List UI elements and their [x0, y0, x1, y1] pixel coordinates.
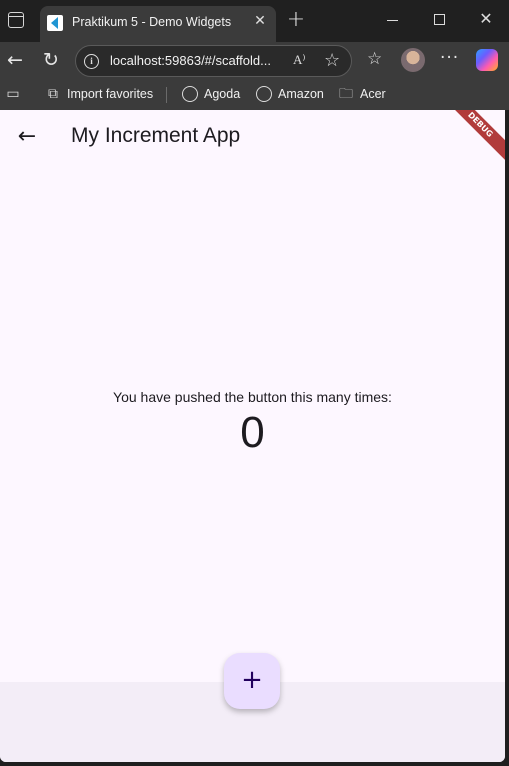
favorites-icon[interactable]: ☆: [367, 49, 382, 69]
read-aloud-icon[interactable]: A⁾: [293, 52, 306, 68]
add-favorite-icon[interactable]: ☆: [324, 50, 340, 72]
import-icon: ⧉: [48, 86, 58, 102]
bookmark-import-favorites[interactable]: Import favorites: [67, 87, 153, 101]
new-tab-button[interactable]: +: [285, 9, 307, 31]
address-bar[interactable]: i localhost:59863/#/scaffold... A⁾ ☆: [75, 45, 352, 77]
bookmark-acer[interactable]: Acer: [360, 87, 386, 101]
browser-toolbar: ← ↻ i localhost:59863/#/scaffold... A⁾ ☆: [0, 42, 509, 80]
tab-title: Praktikum 5 - Demo Widgets: [72, 15, 232, 29]
window-close-icon[interactable]: ✕: [478, 10, 494, 28]
bookmark-amazon[interactable]: Amazon: [278, 87, 324, 101]
globe-icon: [256, 86, 272, 102]
site-info-icon[interactable]: i: [84, 54, 99, 69]
tab-actions-icon[interactable]: [8, 12, 24, 28]
app-viewport: ← My Increment App DEBUG You have pushed…: [0, 110, 505, 762]
minimize-icon[interactable]: [387, 20, 398, 21]
counter-label: You have pushed the button this many tim…: [113, 389, 392, 405]
maximize-icon[interactable]: [434, 14, 445, 25]
browser-titlebar: Praktikum 5 - Demo Widgets ✕ + ✕: [0, 0, 509, 42]
page-title: My Increment App: [71, 124, 241, 147]
flutter-icon: [47, 15, 63, 31]
url-text[interactable]: localhost:59863/#/scaffold...: [110, 53, 271, 68]
increment-button[interactable]: +: [224, 653, 280, 709]
counter-value: 0: [240, 408, 265, 457]
globe-icon: [182, 86, 198, 102]
folder-icon: 🗀: [339, 86, 353, 102]
profile-avatar[interactable]: [401, 48, 425, 72]
tab-icon[interactable]: ▭: [5, 86, 21, 102]
bookmarks-bar: ▭ ⧉ Import favorites Agoda Amazon 🗀 Acer: [0, 80, 509, 110]
copilot-icon[interactable]: [476, 49, 498, 71]
more-icon[interactable]: ···: [440, 48, 459, 68]
tab-close-icon[interactable]: ✕: [251, 12, 269, 30]
bookmarks-divider: [166, 87, 167, 103]
bookmark-agoda[interactable]: Agoda: [204, 87, 240, 101]
reload-icon[interactable]: ↻: [40, 49, 62, 71]
back-button[interactable]: ←: [14, 124, 40, 150]
browser-tab[interactable]: Praktikum 5 - Demo Widgets ✕: [40, 6, 276, 42]
app-bar: ← My Increment App: [0, 110, 505, 166]
back-icon[interactable]: ←: [4, 49, 26, 71]
